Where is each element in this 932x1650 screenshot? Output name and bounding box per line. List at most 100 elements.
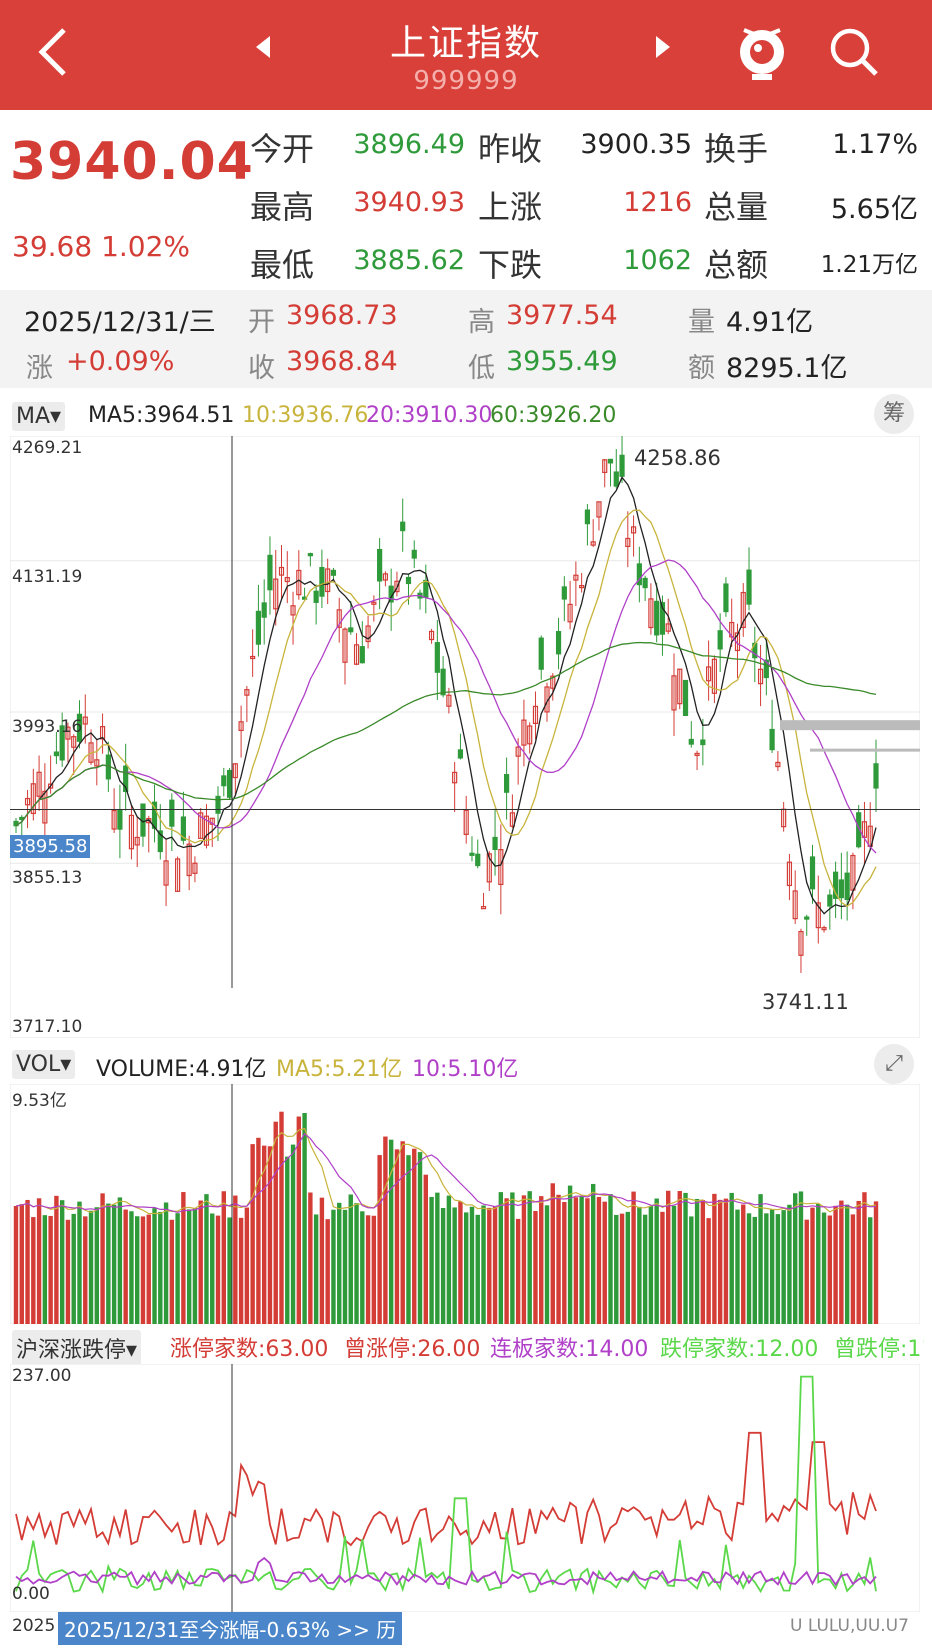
current-price: 3940.04 [10, 132, 254, 192]
candle-body [873, 763, 879, 789]
volume-bar [694, 1198, 700, 1324]
volume-bar [406, 1155, 411, 1324]
low-value: 3885.62 [353, 245, 465, 276]
price-axis-4: 3855.13 [12, 868, 83, 888]
limit-up-down-chart [10, 1364, 920, 1612]
candle-body [169, 799, 175, 827]
volume-bar [175, 1213, 180, 1324]
volume-bar [158, 1211, 163, 1324]
volume-bar [267, 1146, 273, 1324]
volume-bar [36, 1198, 42, 1324]
volume-bar [648, 1205, 654, 1324]
candle-body [221, 775, 227, 787]
candle-body [746, 569, 752, 605]
day-volume-label: 量 [688, 307, 715, 338]
volume-bar [238, 1217, 244, 1324]
expand-icon[interactable]: ⤢ [874, 1044, 914, 1084]
once-limit-up-legend: 曾涨停:26.00 [344, 1337, 481, 1362]
volume-bar [111, 1204, 117, 1324]
next-stock-arrow-icon[interactable] [656, 36, 670, 58]
volume-bar [723, 1198, 729, 1324]
volume-bar [250, 1144, 255, 1324]
volume-bar [83, 1216, 88, 1324]
volume-bar [654, 1198, 659, 1324]
volume-bar [71, 1213, 76, 1324]
volume-bar [637, 1206, 642, 1324]
volume-bar [775, 1214, 781, 1324]
volume-bar [198, 1200, 203, 1324]
decline-label: 下跌 [478, 246, 543, 284]
volume-bar [348, 1194, 353, 1324]
volume-bar [741, 1204, 746, 1324]
candle-body [642, 577, 648, 589]
volume-bar [88, 1210, 94, 1324]
volume-bar [204, 1194, 209, 1324]
volume-bar [550, 1183, 555, 1324]
volume-bar [117, 1197, 123, 1324]
search-icon[interactable] [826, 24, 882, 80]
consecutive-board-legend: 连板家数:14.00 [490, 1337, 649, 1362]
candle-body [215, 795, 221, 814]
candle-body [809, 856, 816, 890]
stock-title: 上证指数 [389, 23, 542, 64]
day-change-label: 涨 [26, 353, 53, 384]
day-amount-label: 额 [688, 353, 715, 384]
ma-indicator-dropdown[interactable]: MA▾ [12, 402, 66, 431]
volume-bar [412, 1148, 417, 1324]
price-axis-top: 4269.21 [12, 438, 83, 458]
day-open-label: 开 [248, 307, 275, 338]
volume-bar [792, 1193, 798, 1324]
ma5-legend: MA5:3964.51 [88, 403, 235, 428]
volume-bar [440, 1207, 446, 1324]
volume-bar [481, 1205, 486, 1324]
day-date: 2025/12/31/三 [24, 307, 216, 338]
volume-bar [821, 1212, 827, 1324]
volume-bar [452, 1207, 457, 1324]
chip-distribution-button[interactable]: 筹 [874, 394, 914, 434]
day-high-label: 高 [468, 307, 495, 338]
volume-bar [152, 1208, 157, 1324]
volume-bar [215, 1215, 221, 1324]
candle-body [469, 852, 475, 856]
volume-bar [596, 1196, 602, 1324]
volume-bar [273, 1121, 278, 1324]
high-label: 最高 [250, 188, 315, 226]
candle-body [555, 631, 562, 655]
volume-bar [400, 1141, 405, 1324]
candle-body [723, 583, 729, 613]
volume-bar [244, 1207, 250, 1324]
volume-bar [417, 1152, 423, 1324]
day-volume-value: 4.91亿 [726, 307, 814, 338]
candle-body [804, 916, 810, 920]
candle-body [457, 749, 464, 759]
high-value: 3940.93 [353, 187, 465, 218]
candle-body [440, 668, 446, 696]
volume-bar [129, 1211, 134, 1324]
candle-body [584, 509, 591, 525]
volume-bar [602, 1201, 607, 1324]
volume-bar [371, 1215, 377, 1324]
volume-bar [510, 1192, 515, 1324]
candlestick-chart[interactable] [10, 436, 920, 1038]
mascot-icon[interactable] [734, 20, 790, 82]
volume-bar [677, 1191, 682, 1324]
candle-body [307, 553, 313, 557]
volume-bar [54, 1195, 59, 1324]
price-change: 39.68 1.02% [12, 230, 191, 263]
limit-indicator-dropdown[interactable]: 沪深涨跌停▾ [12, 1330, 142, 1366]
vol-indicator-dropdown[interactable]: VOL▾ [12, 1050, 76, 1079]
volume-bar [65, 1219, 71, 1324]
volume-bar [625, 1211, 631, 1324]
day-amount-value: 8295.1亿 [726, 353, 848, 384]
range-change-bar[interactable]: 2025/12/31至今涨幅-0.63% >> 历 [58, 1612, 403, 1645]
once-limit-down-legend: 曾跌停:11 [834, 1337, 924, 1362]
volume-bar [671, 1205, 677, 1324]
vol-ma5-legend: MA5:5.21亿 [276, 1057, 403, 1082]
candle-body [255, 610, 262, 645]
limit-down-legend: 跌停家数:12.00 [660, 1337, 819, 1362]
candle-body [504, 774, 510, 793]
volume-bar [868, 1217, 873, 1324]
selected-day-bar: 2025/12/31/三 开 3968.73 高 3977.54 量 4.91亿… [0, 290, 932, 388]
candle-body [348, 627, 354, 633]
volume-bar [285, 1156, 290, 1324]
